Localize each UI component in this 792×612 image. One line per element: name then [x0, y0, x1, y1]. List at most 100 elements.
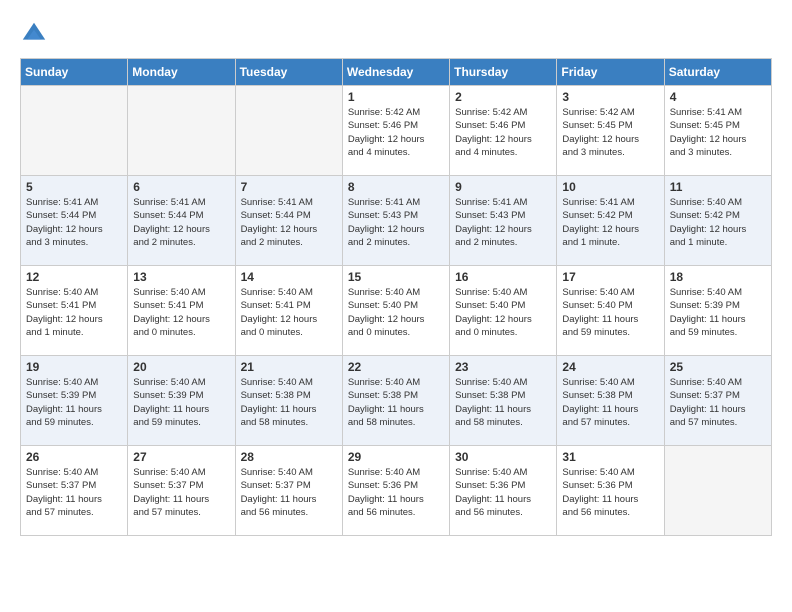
calendar-day-cell: 5 Sunrise: 5:41 AM Sunset: 5:44 PM Daylig…: [21, 176, 128, 266]
logo: [20, 20, 52, 48]
calendar-table: SundayMondayTuesdayWednesdayThursdayFrid…: [20, 58, 772, 536]
day-info: Sunrise: 5:40 AM Sunset: 5:40 PM Dayligh…: [455, 286, 551, 339]
calendar-week-row: 19 Sunrise: 5:40 AM Sunset: 5:39 PM Dayli…: [21, 356, 772, 446]
day-number: 19: [26, 360, 122, 374]
calendar-day-cell: 7 Sunrise: 5:41 AM Sunset: 5:44 PM Daylig…: [235, 176, 342, 266]
day-number: 18: [670, 270, 766, 284]
calendar-day-cell: 4 Sunrise: 5:41 AM Sunset: 5:45 PM Daylig…: [664, 86, 771, 176]
page-header: [20, 20, 772, 48]
calendar-day-cell: 26Sunrise: 5:40 AM Sunset: 5:37 PM Dayli…: [21, 446, 128, 536]
calendar-day-cell: 22 Sunrise: 5:40 AM Sunset: 5:38 PM Dayli…: [342, 356, 449, 446]
day-info: Sunrise: 5:40 AM Sunset: 5:41 PM Dayligh…: [241, 286, 337, 339]
calendar-day-cell: 11 Sunrise: 5:40 AM Sunset: 5:42 PM Dayli…: [664, 176, 771, 266]
calendar-day-cell: 16 Sunrise: 5:40 AM Sunset: 5:40 PM Dayli…: [450, 266, 557, 356]
day-number: 9: [455, 180, 551, 194]
day-number: 12: [26, 270, 122, 284]
day-info: Sunrise: 5:40 AM Sunset: 5:38 PM Dayligh…: [455, 376, 551, 429]
calendar-day-cell: 21 Sunrise: 5:40 AM Sunset: 5:38 PM Dayli…: [235, 356, 342, 446]
calendar-day-cell: 25 Sunrise: 5:40 AM Sunset: 5:37 PM Dayli…: [664, 356, 771, 446]
day-number: 23: [455, 360, 551, 374]
day-number: 7: [241, 180, 337, 194]
weekday-header-tuesday: Tuesday: [235, 59, 342, 86]
calendar-day-cell: 8Sunrise: 5:41 AM Sunset: 5:43 PM Daylig…: [342, 176, 449, 266]
day-number: 25: [670, 360, 766, 374]
calendar-day-cell: 23 Sunrise: 5:40 AM Sunset: 5:38 PM Dayli…: [450, 356, 557, 446]
calendar-day-cell: [235, 86, 342, 176]
day-info: Sunrise: 5:40 AM Sunset: 5:38 PM Dayligh…: [562, 376, 658, 429]
day-info: Sunrise: 5:40 AM Sunset: 5:37 PM Dayligh…: [241, 466, 337, 519]
calendar-day-cell: 28 Sunrise: 5:40 AM Sunset: 5:37 PM Dayli…: [235, 446, 342, 536]
day-number: 8: [348, 180, 444, 194]
day-info: Sunrise: 5:40 AM Sunset: 5:36 PM Dayligh…: [348, 466, 444, 519]
day-number: 30: [455, 450, 551, 464]
calendar-day-cell: 2 Sunrise: 5:42 AM Sunset: 5:46 PM Daylig…: [450, 86, 557, 176]
day-info: Sunrise: 5:41 AM Sunset: 5:44 PM Dayligh…: [26, 196, 122, 249]
day-info: Sunrise: 5:42 AM Sunset: 5:45 PM Dayligh…: [562, 106, 658, 159]
day-number: 11: [670, 180, 766, 194]
day-number: 5: [26, 180, 122, 194]
calendar-day-cell: 24 Sunrise: 5:40 AM Sunset: 5:38 PM Dayli…: [557, 356, 664, 446]
calendar-day-cell: [128, 86, 235, 176]
calendar-day-cell: 29 Sunrise: 5:40 AM Sunset: 5:36 PM Dayli…: [342, 446, 449, 536]
calendar-day-cell: 19Sunrise: 5:40 AM Sunset: 5:39 PM Dayli…: [21, 356, 128, 446]
calendar-day-cell: 17 Sunrise: 5:40 AM Sunset: 5:40 PM Dayli…: [557, 266, 664, 356]
calendar-day-cell: 6 Sunrise: 5:41 AM Sunset: 5:44 PM Daylig…: [128, 176, 235, 266]
weekday-header-thursday: Thursday: [450, 59, 557, 86]
day-number: 6: [133, 180, 229, 194]
day-number: 22: [348, 360, 444, 374]
day-info: Sunrise: 5:40 AM Sunset: 5:41 PM Dayligh…: [133, 286, 229, 339]
day-info: Sunrise: 5:40 AM Sunset: 5:38 PM Dayligh…: [241, 376, 337, 429]
calendar-day-cell: 13 Sunrise: 5:40 AM Sunset: 5:41 PM Dayli…: [128, 266, 235, 356]
calendar-day-cell: 20Sunrise: 5:40 AM Sunset: 5:39 PM Dayli…: [128, 356, 235, 446]
weekday-header-wednesday: Wednesday: [342, 59, 449, 86]
day-info: Sunrise: 5:42 AM Sunset: 5:46 PM Dayligh…: [455, 106, 551, 159]
day-number: 16: [455, 270, 551, 284]
day-info: Sunrise: 5:40 AM Sunset: 5:38 PM Dayligh…: [348, 376, 444, 429]
day-info: Sunrise: 5:40 AM Sunset: 5:36 PM Dayligh…: [455, 466, 551, 519]
day-number: 24: [562, 360, 658, 374]
day-number: 29: [348, 450, 444, 464]
day-info: Sunrise: 5:41 AM Sunset: 5:44 PM Dayligh…: [133, 196, 229, 249]
weekday-header-monday: Monday: [128, 59, 235, 86]
day-number: 27: [133, 450, 229, 464]
day-info: Sunrise: 5:40 AM Sunset: 5:39 PM Dayligh…: [133, 376, 229, 429]
calendar-week-row: 26 Sunrise: 5:40 AM Sunset: 5:37 PM Dayli…: [21, 446, 772, 536]
day-info: Sunrise: 5:41 AM Sunset: 5:42 PM Dayligh…: [562, 196, 658, 249]
day-info: Sunrise: 5:41 AM Sunset: 5:43 PM Dayligh…: [455, 196, 551, 249]
day-number: 17: [562, 270, 658, 284]
calendar-day-cell: 27Sunrise: 5:40 AM Sunset: 5:37 PM Dayli…: [128, 446, 235, 536]
day-number: 4: [670, 90, 766, 104]
day-number: 21: [241, 360, 337, 374]
calendar-day-cell: 31Sunrise: 5:40 AM Sunset: 5:36 PM Dayli…: [557, 446, 664, 536]
calendar-day-cell: 18 Sunrise: 5:40 AM Sunset: 5:39 PM Dayli…: [664, 266, 771, 356]
calendar-day-cell: [21, 86, 128, 176]
calendar-week-row: 5 Sunrise: 5:41 AM Sunset: 5:44 PM Daylig…: [21, 176, 772, 266]
day-number: 31: [562, 450, 658, 464]
day-info: Sunrise: 5:40 AM Sunset: 5:40 PM Dayligh…: [562, 286, 658, 339]
day-info: Sunrise: 5:41 AM Sunset: 5:44 PM Dayligh…: [241, 196, 337, 249]
day-number: 3: [562, 90, 658, 104]
weekday-header-row: SundayMondayTuesdayWednesdayThursdayFrid…: [21, 59, 772, 86]
day-info: Sunrise: 5:40 AM Sunset: 5:41 PM Dayligh…: [26, 286, 122, 339]
day-info: Sunrise: 5:40 AM Sunset: 5:42 PM Dayligh…: [670, 196, 766, 249]
weekday-header-saturday: Saturday: [664, 59, 771, 86]
day-info: Sunrise: 5:40 AM Sunset: 5:40 PM Dayligh…: [348, 286, 444, 339]
weekday-header-friday: Friday: [557, 59, 664, 86]
weekday-header-sunday: Sunday: [21, 59, 128, 86]
calendar-day-cell: 15Sunrise: 5:40 AM Sunset: 5:40 PM Dayli…: [342, 266, 449, 356]
day-number: 1: [348, 90, 444, 104]
day-number: 2: [455, 90, 551, 104]
day-info: Sunrise: 5:40 AM Sunset: 5:37 PM Dayligh…: [670, 376, 766, 429]
day-number: 28: [241, 450, 337, 464]
calendar-day-cell: 9 Sunrise: 5:41 AM Sunset: 5:43 PM Daylig…: [450, 176, 557, 266]
calendar-week-row: 1 Sunrise: 5:42 AM Sunset: 5:46 PM Daylig…: [21, 86, 772, 176]
calendar-week-row: 12 Sunrise: 5:40 AM Sunset: 5:41 PM Dayli…: [21, 266, 772, 356]
day-info: Sunrise: 5:41 AM Sunset: 5:45 PM Dayligh…: [670, 106, 766, 159]
day-number: 26: [26, 450, 122, 464]
logo-icon: [20, 20, 48, 48]
calendar-day-cell: 12 Sunrise: 5:40 AM Sunset: 5:41 PM Dayli…: [21, 266, 128, 356]
calendar-day-cell: 10Sunrise: 5:41 AM Sunset: 5:42 PM Dayli…: [557, 176, 664, 266]
day-number: 14: [241, 270, 337, 284]
day-number: 13: [133, 270, 229, 284]
day-info: Sunrise: 5:40 AM Sunset: 5:39 PM Dayligh…: [670, 286, 766, 339]
